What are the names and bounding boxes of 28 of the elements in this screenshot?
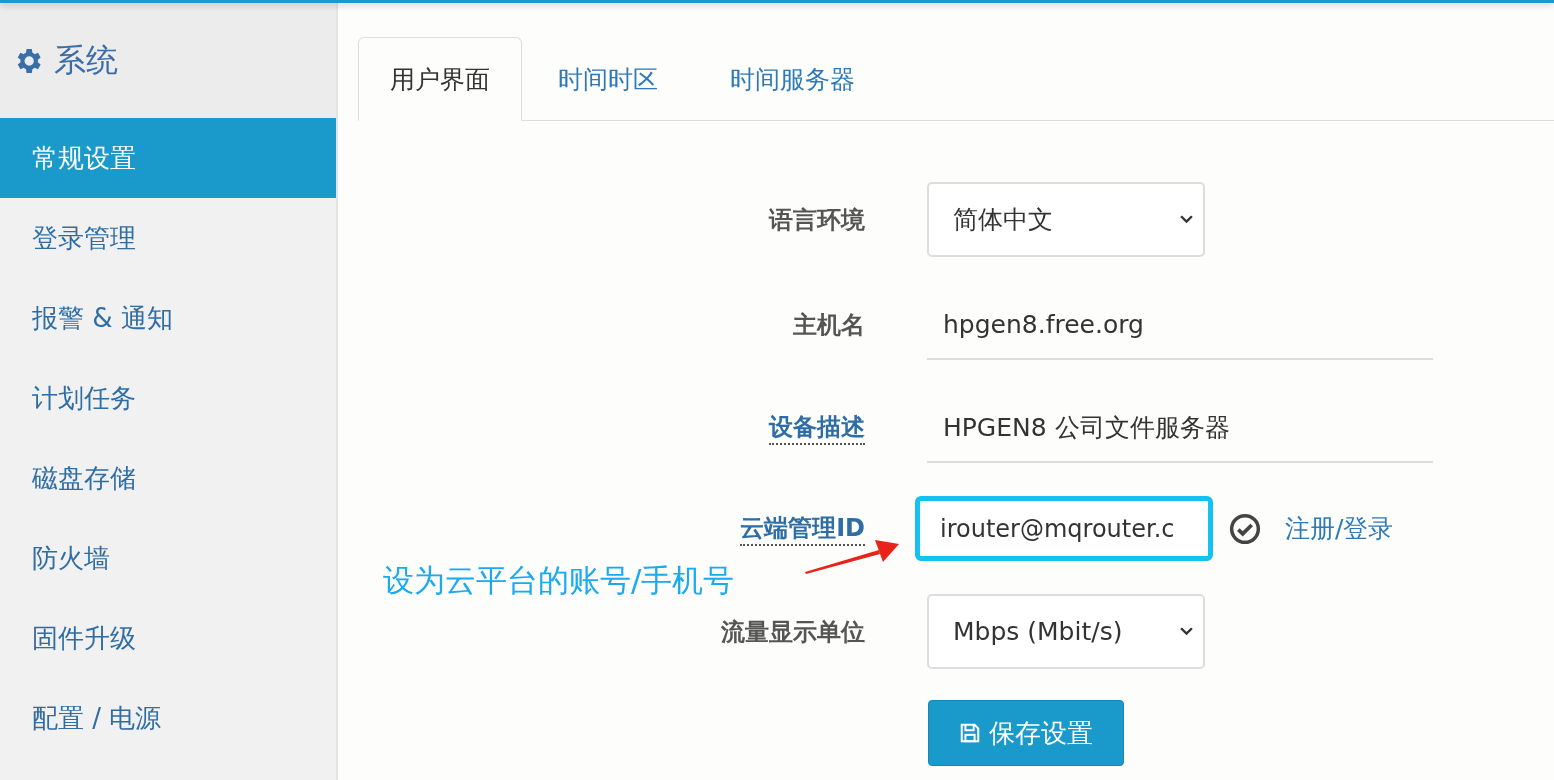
register-login-link[interactable]: 注册/登录 [1285,512,1394,545]
tab[interactable]: 时间时区 [522,38,694,121]
check-circle-icon [1229,512,1261,545]
field-label: 主机名 [793,310,865,341]
tab[interactable]: 用户界面 [358,37,522,121]
sidebar-title: 系统 [54,40,118,81]
chevron-down-icon [1180,215,1193,224]
input-field[interactable]: HPGEN8 公司文件服务器 [927,393,1433,463]
save-button[interactable]: 保存设置 [928,700,1124,766]
sidebar-item[interactable]: 登录管理 [0,198,336,278]
sidebar-item[interactable]: 常规设置 [0,118,336,198]
sidebar-item[interactable]: 计划任务 [0,358,336,438]
input-field[interactable]: irouter@mqrouter.c [915,496,1213,561]
field-label: 流量显示单位 [721,616,865,648]
tab[interactable]: 时间服务器 [694,38,891,121]
dropdown[interactable]: Mbps (Mbit/s) [927,594,1205,669]
field-label: 云端管理ID [740,511,865,546]
annotation-text: 设为云平台的账号/手机号 [383,561,735,600]
dropdown[interactable]: 简体中文 [927,182,1205,257]
chevron-down-icon [1180,627,1193,636]
sidebar-item[interactable]: 配置 / 电源 [0,678,336,758]
sidebar-item[interactable]: 报警 & 通知 [0,278,336,358]
sidebar-item[interactable]: 防火墙 [0,518,336,598]
field-label: 语言环境 [769,204,865,236]
input-field[interactable]: hpgen8.free.org [927,290,1433,360]
sidebar-item[interactable]: 磁盘存储 [0,438,336,518]
sidebar-item[interactable]: 固件升级 [0,598,336,678]
field-label: 设备描述 [769,411,865,445]
